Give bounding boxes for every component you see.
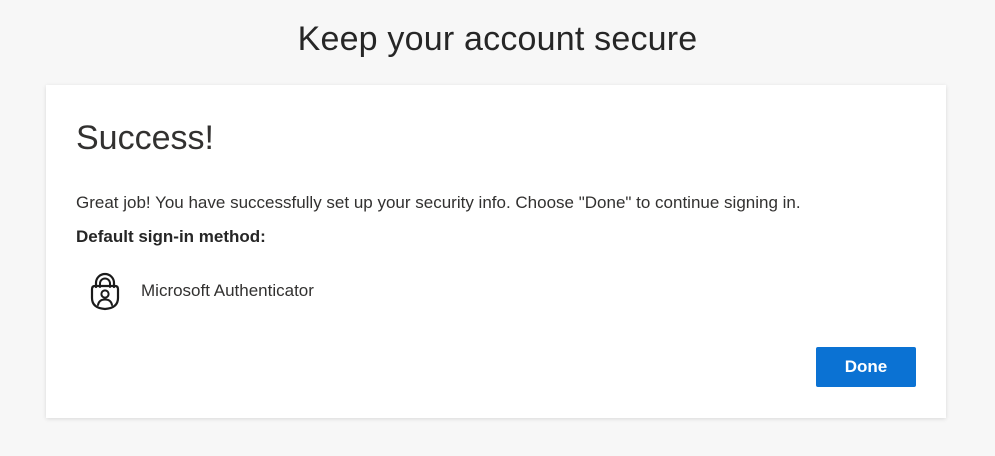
default-method-heading: Default sign-in method: [76,227,266,246]
success-card: Success! Great job! You have successfull… [46,85,946,418]
default-method-row: Microsoft Authenticator [86,271,314,311]
success-message: Great job! You have successfully set up … [76,193,801,212]
done-button[interactable]: Done [816,347,916,387]
page-title: Keep your account secure [297,20,698,58]
card-title: Success! [76,119,214,157]
method-label: Microsoft Authenticator [141,281,314,300]
authenticator-lock-icon [86,271,124,311]
